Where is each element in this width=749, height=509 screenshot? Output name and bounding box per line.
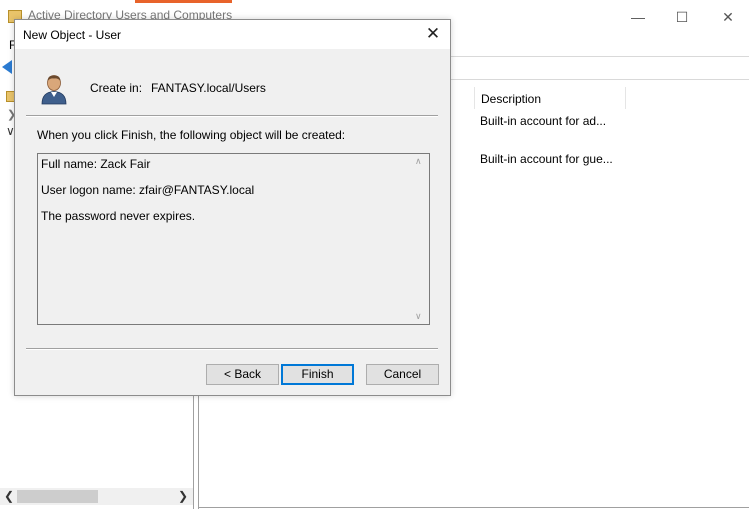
scroll-down-icon[interactable]: ∨ — [415, 311, 422, 322]
taskbar-accent — [135, 0, 232, 3]
column-header-description[interactable]: Description — [474, 87, 626, 109]
maximize-icon[interactable]: ☐ — [670, 6, 694, 28]
list-item[interactable]: Built-in account for gue... — [480, 152, 613, 166]
create-in-value: FANTASY.local/Users — [151, 81, 266, 95]
scroll-up-icon[interactable]: ∧ — [415, 156, 422, 167]
column-header-label: Description — [481, 92, 542, 106]
divider — [26, 115, 438, 117]
close-window-icon[interactable]: ✕ — [716, 6, 740, 28]
scroll-thumb[interactable] — [17, 490, 98, 503]
list-pane-border — [198, 507, 749, 508]
summary-line: Full name: Zack Fair — [41, 157, 151, 171]
summary-line: User logon name: zfair@FANTASY.local — [41, 183, 255, 197]
horizontal-scrollbar[interactable]: ❮ ❯ — [0, 488, 193, 505]
list-pane-border — [198, 395, 199, 509]
summary-line: The password never expires. — [41, 209, 196, 223]
tree-pane-border — [193, 395, 194, 509]
minimize-icon[interactable]: — — [626, 6, 650, 28]
scroll-right-icon[interactable]: ❯ — [178, 488, 188, 505]
scroll-left-icon[interactable]: ❮ — [4, 488, 14, 505]
list-item[interactable]: Built-in account for ad... — [480, 114, 606, 128]
new-object-user-dialog: New Object - User ✕ Create in: FANTASY.l… — [14, 19, 451, 396]
close-icon[interactable]: ✕ — [422, 23, 444, 45]
dialog-titlebar[interactable]: New Object - User ✕ — [15, 20, 450, 49]
cancel-button[interactable]: Cancel — [366, 364, 439, 385]
user-icon — [41, 75, 67, 105]
vertical-scrollbar[interactable]: ∧ ∨ — [412, 154, 429, 324]
divider — [26, 348, 438, 350]
back-arrow-icon[interactable] — [2, 60, 12, 74]
summary-textbox[interactable]: Full name: Zack Fair User logon name: zf… — [37, 153, 430, 325]
dialog-body: Create in: FANTASY.local/Users When you … — [15, 49, 450, 395]
dialog-title: New Object - User — [23, 28, 122, 42]
divider — [450, 56, 749, 57]
divider — [450, 79, 749, 80]
back-button[interactable]: < Back — [206, 364, 279, 385]
summary-intro: When you click Finish, the following obj… — [37, 128, 346, 142]
create-in-label: Create in: — [90, 81, 143, 95]
finish-button[interactable]: Finish — [281, 364, 354, 385]
